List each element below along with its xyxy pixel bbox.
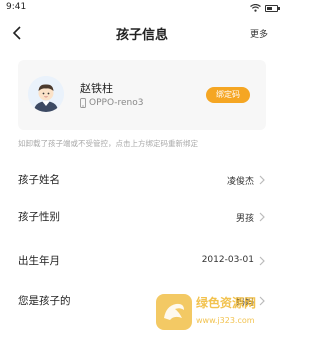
row-birth-date[interactable]: 出生年月 2012-03-01 [18, 251, 266, 271]
row-child-name[interactable]: 孩子姓名 凌俊杰 [18, 170, 266, 190]
page-title: 孩子信息 [115, 28, 168, 43]
phone-icon [80, 98, 86, 108]
child-card: 赵铁柱 OPPO-reno3 绑定码 [18, 60, 266, 130]
device-row: OPPO-reno3 [80, 98, 144, 108]
status-icons [250, 3, 280, 13]
device-name: OPPO-reno3 [89, 98, 144, 108]
row-label: 您是孩子的 [18, 295, 71, 307]
bind-code-button[interactable]: 绑定码 [206, 87, 250, 103]
status-bar: 9:41 [0, 0, 284, 16]
row-value: 凌俊杰 [226, 177, 254, 187]
watermark-logo-icon [156, 294, 192, 330]
chevron-right-icon [259, 212, 265, 222]
wifi-icon [250, 4, 261, 12]
child-avatar-icon [28, 76, 64, 112]
more-button[interactable]: 更多 [250, 27, 268, 40]
rebind-hint: 如卸载了孩子端或不受管控，点击上方绑定码重新绑定 [18, 139, 198, 148]
chevron-right-icon [259, 256, 265, 266]
navigation-bar: 孩子信息 更多 [0, 16, 284, 50]
chevron-right-icon [259, 175, 265, 185]
row-child-gender[interactable]: 孩子性别 男孩 [18, 207, 266, 227]
row-value: 2012-03-01 [201, 255, 254, 265]
row-label: 孩子性别 [18, 211, 60, 223]
child-avatar [28, 76, 64, 112]
row-label: 出生年月 [18, 255, 60, 267]
battery-icon [265, 4, 280, 12]
row-label: 孩子姓名 [18, 174, 60, 186]
site-watermark: 绿色资源网 www.j323.com [156, 290, 284, 338]
row-value: 男孩 [235, 214, 254, 224]
watermark-url: www.j323.com [196, 316, 255, 325]
watermark-text: 绿色资源网 [196, 296, 257, 310]
child-name: 赵铁柱 [80, 82, 113, 95]
status-time: 9:41 [6, 2, 27, 12]
